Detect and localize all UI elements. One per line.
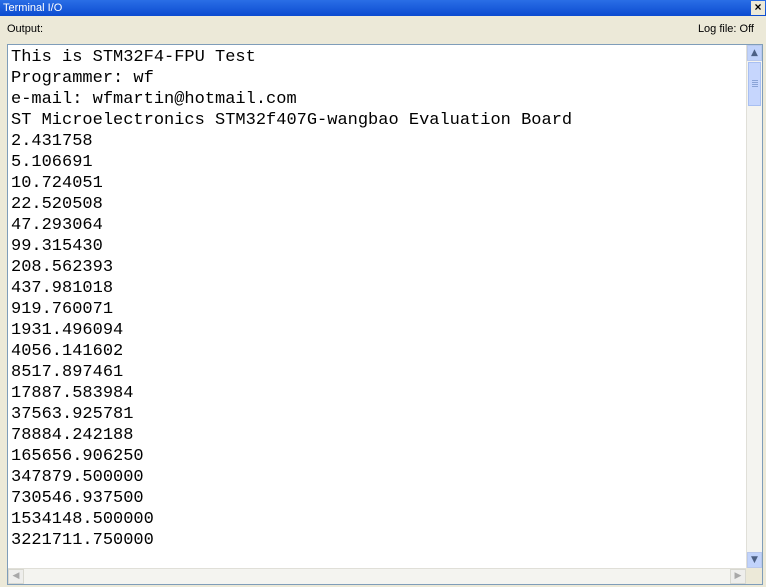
output-header: Output: Log file: Off — [0, 16, 766, 44]
output-line: 165656.906250 — [11, 447, 144, 466]
output-line: 730546.937500 — [11, 489, 144, 508]
log-file-status[interactable]: Log file: Off — [698, 23, 754, 35]
output-line: 22.520508 — [11, 195, 103, 214]
output-line: e-mail: wfmartin@hotmail.com — [11, 90, 297, 109]
output-line: This is STM32F4-FPU Test — [11, 48, 256, 67]
output-line: 5.106691 — [11, 153, 93, 172]
chevron-left-icon[interactable]: ◀ — [8, 569, 24, 584]
output-line: ST Microelectronics STM32f407G-wangbao E… — [11, 111, 573, 130]
output-line: 47.293064 — [11, 216, 103, 235]
scrollbar-corner — [746, 568, 762, 584]
output-line: 17887.583984 — [11, 384, 134, 403]
output-line: 437.981018 — [11, 279, 114, 298]
output-line: 8517.897461 — [11, 363, 124, 382]
output-line: 1931.496094 — [11, 321, 124, 340]
vertical-scrollbar[interactable]: ▲ ▼ — [746, 45, 762, 568]
output-line: 37563.925781 — [11, 405, 134, 424]
output-line: 78884.242188 — [11, 426, 134, 445]
chevron-down-icon[interactable]: ▼ — [747, 552, 762, 568]
scroll-thumb[interactable] — [748, 62, 761, 106]
output-line: 2.431758 — [11, 132, 93, 151]
close-icon[interactable]: × — [751, 1, 765, 15]
horizontal-scrollbar[interactable]: ◀ ▶ — [8, 568, 746, 584]
output-line: 208.562393 — [11, 258, 114, 277]
output-line: 4056.141602 — [11, 342, 124, 361]
output-label: Output: — [7, 23, 44, 35]
terminal-output-pane[interactable]: This is STM32F4-FPU Test Programmer: wf e-… — [7, 44, 763, 585]
output-line: Programmer: wf — [11, 69, 154, 88]
output-line: 99.315430 — [11, 237, 103, 256]
output-line: 919.760071 — [11, 300, 114, 319]
output-line: 3221711.750000 — [11, 531, 154, 550]
title-bar: Terminal I/O × — [0, 0, 766, 16]
window-title: Terminal I/O — [3, 2, 63, 14]
output-line: 347879.500000 — [11, 468, 144, 487]
output-line: 1534148.500000 — [11, 510, 154, 529]
terminal-text[interactable]: This is STM32F4-FPU Test Programmer: wf e-… — [11, 47, 746, 568]
chevron-right-icon[interactable]: ▶ — [730, 569, 746, 584]
chevron-up-icon[interactable]: ▲ — [747, 45, 762, 61]
output-line: 10.724051 — [11, 174, 103, 193]
